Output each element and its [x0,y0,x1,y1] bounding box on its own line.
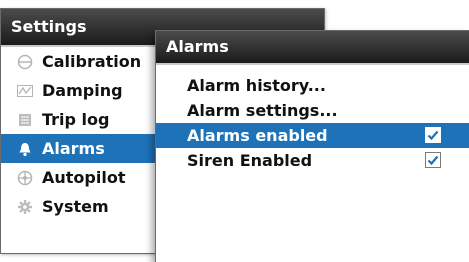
settings-item-label: Calibration [42,52,142,71]
gear-icon [17,199,33,215]
calibration-icon [17,54,33,70]
bell-icon [17,141,33,157]
alarms-dialog: Alarms Alarm history... Alarm settings..… [155,30,469,262]
alarms-menu: Alarm history... Alarm settings... Alarm… [156,73,469,173]
alarm-settings-item[interactable]: Alarm settings... [156,98,469,123]
siren-enabled-item[interactable]: Siren Enabled [156,148,469,173]
alarms-enabled-label: Alarms enabled [187,126,328,145]
settings-item-label: Damping [42,81,123,100]
settings-item-label: System [42,197,109,216]
alarms-title: Alarms [156,31,469,65]
checkmark-icon [427,130,439,141]
settings-item-label: Trip log [42,110,110,129]
alarms-enabled-item[interactable]: Alarms enabled [156,123,469,148]
settings-item-label: Autopilot [42,168,126,187]
siren-enabled-label: Siren Enabled [187,151,313,170]
siren-enabled-checkbox[interactable] [425,152,441,168]
alarms-enabled-checkbox[interactable] [425,127,441,143]
autopilot-icon [17,170,33,186]
alarm-history-label: Alarm history... [187,76,326,95]
trip-log-icon [17,112,33,128]
damping-icon [17,83,33,99]
alarm-history-item[interactable]: Alarm history... [156,73,469,98]
checkmark-icon [427,155,439,166]
alarm-settings-label: Alarm settings... [187,101,338,120]
settings-item-label: Alarms [42,139,105,158]
